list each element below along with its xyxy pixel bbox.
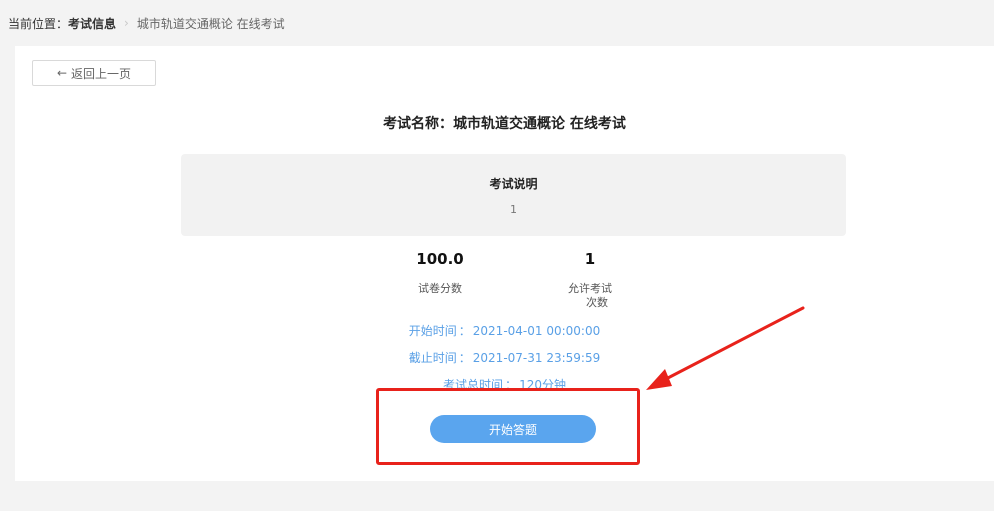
annotation-arrow-icon (646, 306, 805, 390)
